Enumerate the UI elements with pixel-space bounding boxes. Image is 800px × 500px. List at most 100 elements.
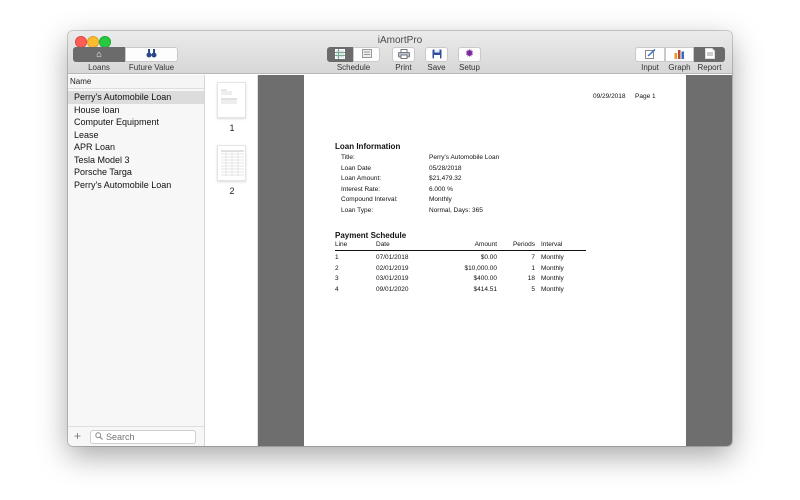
table-row: 2 02/01/2019 $10,000.00 1 Monthly	[335, 265, 586, 275]
column-header-amount: Amount	[474, 241, 497, 248]
toolbar: iAmortPro ⌂ Loans Future Value Schedule	[68, 31, 732, 74]
loan-information-heading: Loan Information	[335, 142, 401, 151]
table-row: 4 09/01/2020 $414.51 5 Monthly	[335, 286, 586, 296]
list-item[interactable]: Perry's Automobile Loan	[68, 91, 204, 104]
cell-amount: $10,000.00	[464, 265, 497, 272]
info-value: 05/28/2018	[429, 165, 462, 172]
cell-amount: $400.00	[473, 275, 498, 282]
report-viewer[interactable]: 09/29/2018 Page 1 Loan Information Title…	[258, 75, 732, 446]
column-header-date: Date	[376, 241, 390, 248]
print-button[interactable]	[392, 47, 415, 62]
app-window: iAmortPro ⌂ Loans Future Value Schedule	[68, 31, 732, 446]
cell-interval: Monthly	[541, 286, 564, 293]
table-row: 1 07/01/2018 $0.00 7 Monthly	[335, 254, 586, 264]
cell-date: 02/01/2019	[376, 265, 409, 272]
setup-label: Setup	[459, 63, 480, 72]
graph-button[interactable]	[665, 47, 694, 62]
cell-date: 03/01/2019	[376, 275, 409, 282]
cell-periods: 18	[527, 275, 535, 282]
report-date: 09/29/2018	[593, 93, 626, 100]
schedule-table-header: Line Date Amount Periods Interval	[335, 241, 586, 251]
info-value: Perry's Automobile Loan	[429, 154, 500, 161]
info-label: Loan Type:	[341, 207, 374, 214]
schedule-label: Schedule	[336, 63, 371, 72]
home-icon: ⌂	[96, 49, 102, 59]
save-button[interactable]	[425, 47, 448, 62]
search-field[interactable]	[90, 430, 196, 444]
info-label: Loan Date	[341, 165, 371, 172]
cell-line: 4	[335, 286, 339, 293]
schedule-view-button[interactable]	[327, 47, 353, 62]
cell-interval: Monthly	[541, 275, 564, 282]
column-header-interval: Interval	[541, 241, 563, 248]
info-value: 6.000 %	[429, 186, 453, 193]
page-thumbnail-1[interactable]	[217, 82, 246, 118]
info-label: Interest Rate:	[341, 186, 381, 193]
loan-sidebar: Name Perry's Automobile Loan House loan …	[68, 75, 205, 446]
info-value: Monthly	[429, 196, 452, 203]
info-value: Normal, Days: 365	[429, 207, 483, 214]
loan-list: Perry's Automobile Loan House loan Compu…	[68, 89, 204, 191]
edit-form-icon	[644, 48, 656, 61]
window-title: iAmortPro	[377, 35, 423, 46]
thumbnail-page-number: 1	[229, 123, 235, 133]
gear-icon: ✹	[464, 48, 475, 60]
printer-icon	[397, 48, 410, 61]
payment-schedule-heading: Payment Schedule	[335, 231, 407, 240]
loans-label: Loans	[88, 63, 110, 72]
list-item[interactable]: APR Loan	[68, 141, 204, 154]
floppy-disk-icon	[432, 49, 442, 61]
future-value-button[interactable]	[125, 47, 178, 62]
cell-periods: 5	[531, 286, 535, 293]
search-input[interactable]	[103, 432, 193, 442]
report-button[interactable]	[694, 47, 725, 62]
name-column-header[interactable]: Name	[68, 75, 204, 89]
list-item[interactable]: Lease	[68, 129, 204, 142]
thumbnail-preview-1	[221, 89, 237, 104]
table-row: 3 03/01/2019 $400.00 18 Monthly	[335, 275, 586, 285]
page-thumbnail-2[interactable]	[217, 145, 246, 181]
thumbnail-page-number: 2	[229, 186, 235, 196]
list-item[interactable]: Computer Equipment	[68, 116, 204, 129]
report-page: 09/29/2018 Page 1 Loan Information Title…	[304, 75, 686, 446]
setup-button[interactable]: ✹	[458, 47, 481, 62]
info-value: $21,479.32	[429, 175, 462, 182]
cell-interval: Monthly	[541, 265, 564, 272]
cell-amount: $414.51	[473, 286, 498, 293]
page-thumbnails: 1 2	[206, 75, 258, 446]
loans-button[interactable]: ⌂	[73, 47, 125, 62]
schedule-report-button[interactable]	[353, 47, 380, 62]
report-document-icon	[704, 48, 715, 61]
print-label: Print	[395, 63, 412, 72]
schedule-grid-icon	[335, 48, 345, 61]
info-label: Title:	[341, 154, 355, 161]
graph-label: Graph	[668, 63, 691, 72]
cell-periods: 1	[531, 265, 535, 272]
info-label: Compound Interval:	[341, 196, 398, 203]
cell-amount: $0.00	[480, 254, 497, 261]
sidebar-footer: +	[68, 426, 204, 446]
report-page-number: Page 1	[635, 93, 656, 100]
list-item[interactable]: House loan	[68, 104, 204, 117]
cell-date: 09/01/2020	[376, 286, 409, 293]
list-item[interactable]: Tesla Model 3	[68, 154, 204, 167]
save-label: Save	[427, 63, 446, 72]
future-value-label: Future Value	[128, 63, 175, 72]
report-label: Report	[697, 63, 722, 72]
cell-date: 07/01/2018	[376, 254, 409, 261]
cell-periods: 7	[531, 254, 535, 261]
document-icon	[361, 49, 372, 60]
cell-line: 2	[335, 265, 339, 272]
cell-line: 1	[335, 254, 339, 261]
search-icon	[95, 431, 103, 443]
add-loan-button[interactable]: +	[74, 429, 81, 443]
input-label: Input	[641, 63, 659, 72]
binoculars-icon	[146, 49, 157, 60]
thumbnail-preview-2	[221, 150, 244, 176]
bar-graph-icon	[674, 49, 685, 61]
list-item[interactable]: Porsche Targa	[68, 166, 204, 179]
input-button[interactable]	[635, 47, 665, 62]
list-item[interactable]: Perry's Automobile Loan	[68, 179, 204, 192]
info-label: Loan Amount:	[341, 175, 382, 182]
column-header-periods: Periods	[512, 241, 535, 248]
